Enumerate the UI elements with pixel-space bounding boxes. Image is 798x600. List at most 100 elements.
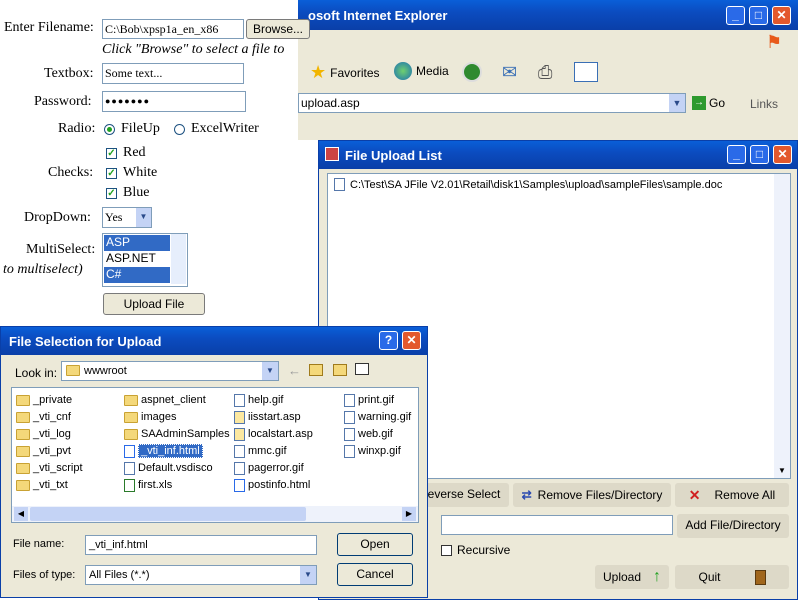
folder-item[interactable]: _vti_pvt [16,443,71,459]
scroll-left-icon[interactable]: ◀ [14,507,28,521]
upload-list-maximize-button[interactable]: □ [750,145,769,164]
file-item[interactable]: mmc.gif [234,443,287,459]
quit-button[interactable]: Quit [675,565,789,589]
password-input[interactable]: ●●●●●●● [102,91,246,112]
multiselect-hint: to multiselect) [3,262,83,277]
maximize-button[interactable]: □ [749,6,768,25]
checkbox-blue[interactable]: ✓ [106,187,117,199]
filetype-dropdown-icon[interactable]: ▼ [300,566,316,584]
help-button[interactable]: ? [379,331,398,350]
browse-button[interactable]: Browse... [246,19,310,39]
file-item[interactable]: localstart.asp [234,426,313,442]
scroll-thumb[interactable] [30,507,306,521]
radio-fileup[interactable]: FileUp [104,121,160,137]
recursive-checkbox[interactable] [441,544,452,556]
minimize-button[interactable]: _ [726,6,745,25]
folder-item[interactable]: _vti_txt [16,477,68,493]
folder-item[interactable]: _private [16,392,72,408]
upload-list-titlebar: File Upload List _ □ ✕ [319,141,797,169]
file-list-view[interactable]: _private _vti_cnf _vti_log _vti_pvt _vti… [11,387,419,523]
folder-item[interactable]: _vti_cnf [16,409,71,425]
scroll-down-icon[interactable]: ▼ [775,464,789,478]
upload-button[interactable]: Upload ↑ [595,565,669,589]
add-path-input[interactable] [441,515,673,535]
file-item[interactable]: help.gif [234,392,283,408]
lookin-dropdown-icon[interactable]: ▼ [262,362,278,380]
folder-icon [66,365,80,376]
mail-icon[interactable]: ✉ [502,62,517,83]
scroll-right-icon[interactable]: ▶ [402,507,416,521]
dialog-filetype-select[interactable]: All Files (*.*) ▼ [85,565,317,585]
radio-excelwriter-circle[interactable] [174,123,185,135]
multiselect-option[interactable]: ASP [104,235,170,251]
recursive-checkbox-row[interactable]: Recursive [441,543,510,557]
filename-input[interactable]: C:\Bob\xpsp1a_en_x86 [102,19,244,39]
file-item[interactable]: pagerror.gif [234,460,304,476]
upload-file-button[interactable]: Upload File [103,293,205,315]
open-button[interactable]: Open [337,533,413,556]
history-icon[interactable] [462,62,482,82]
folder-item[interactable]: _vti_script [16,460,83,476]
list-scrollbar[interactable]: ▼ [774,174,790,478]
folder-item[interactable]: images [124,409,176,425]
new-folder-icon[interactable] [333,364,347,376]
radio-excelwriter[interactable]: ExcelWriter [174,121,259,137]
file-item[interactable]: warning.gif [344,409,411,425]
remove-files-icon: ⇄ [521,488,532,502]
check-blue[interactable]: ✓ Blue [106,185,149,201]
media-button[interactable]: Media [394,62,449,80]
upload-list-minimize-button[interactable]: _ [727,145,746,164]
dialog-close-button[interactable]: ✕ [402,331,421,350]
address-dropdown-icon[interactable]: ▼ [669,94,685,112]
multiselect-option[interactable]: C# [104,267,170,283]
folder-item[interactable]: SAAdminSamples [124,426,230,442]
up-folder-icon[interactable] [309,364,323,376]
back-icon[interactable]: ← [288,363,301,378]
folder-item[interactable]: _vti_log [16,426,71,442]
textbox-input[interactable]: Some text... [102,63,244,84]
reverse-select-button[interactable]: everse Select [419,483,509,507]
file-item[interactable]: first.xls [124,477,172,493]
favorites-button[interactable]: ★ Favorites [310,62,380,83]
file-item[interactable]: web.gif [344,426,393,442]
print-icon[interactable]: ⎙ [538,62,552,83]
checkbox-white[interactable]: ✓ [106,167,117,179]
folder-icon [16,428,30,440]
multiselect-option[interactable]: ASP.NET [104,251,170,267]
view-menu-icon[interactable] [355,363,369,375]
remove-files-button[interactable]: ⇄ Remove Files/Directory [513,483,671,507]
file-item[interactable]: postinfo.html [234,477,310,493]
multiselect-list[interactable]: ASP ASP.NET C# [102,233,188,287]
file-item[interactable]: print.gif [344,392,394,408]
textbox-label: Textbox: [44,66,94,81]
links-label: Links [750,97,779,111]
file-item[interactable]: iisstart.asp [234,409,301,425]
folder-item[interactable]: aspnet_client [124,392,206,408]
file-item[interactable]: Default.vsdisco [124,460,213,476]
remove-all-icon: ✕ [688,487,701,503]
check-white[interactable]: ✓ White [106,165,157,181]
dropdown-arrow-icon[interactable]: ▼ [136,208,151,227]
upload-list-close-button[interactable]: ✕ [773,145,792,164]
go-button[interactable]: → Go [692,96,725,110]
file-item-selected[interactable]: _vti_inf.html [124,443,203,459]
address-bar[interactable]: upload.asp ▼ [298,93,686,113]
multiselect-scrollbar[interactable] [171,234,186,284]
list-item[interactable]: C:\Test\SA JFile V2.01\Retail\disk1\Samp… [334,178,722,191]
remove-all-button[interactable]: ✕ Remove All [675,483,789,507]
upload-list-title: File Upload List [345,148,442,163]
image-file-icon [344,410,355,424]
lookin-select[interactable]: wwwroot ▼ [61,361,279,381]
dropdown-select[interactable]: Yes ▼ [102,207,152,228]
checkbox-red[interactable]: ✓ [106,147,117,159]
file-item[interactable]: winxp.gif [344,443,401,459]
dialog-filename-input[interactable]: _vti_inf.html [85,535,317,555]
horizontal-scrollbar[interactable]: ◀ ▶ [12,506,418,522]
check-red[interactable]: ✓ Red [106,145,146,161]
add-file-button[interactable]: Add File/Directory [677,514,789,538]
dropdown-label: DropDown: [24,210,91,225]
edit-icon[interactable] [574,62,598,82]
close-button[interactable]: ✕ [772,6,791,25]
radio-fileup-circle[interactable] [104,123,115,135]
cancel-button[interactable]: Cancel [337,563,413,586]
